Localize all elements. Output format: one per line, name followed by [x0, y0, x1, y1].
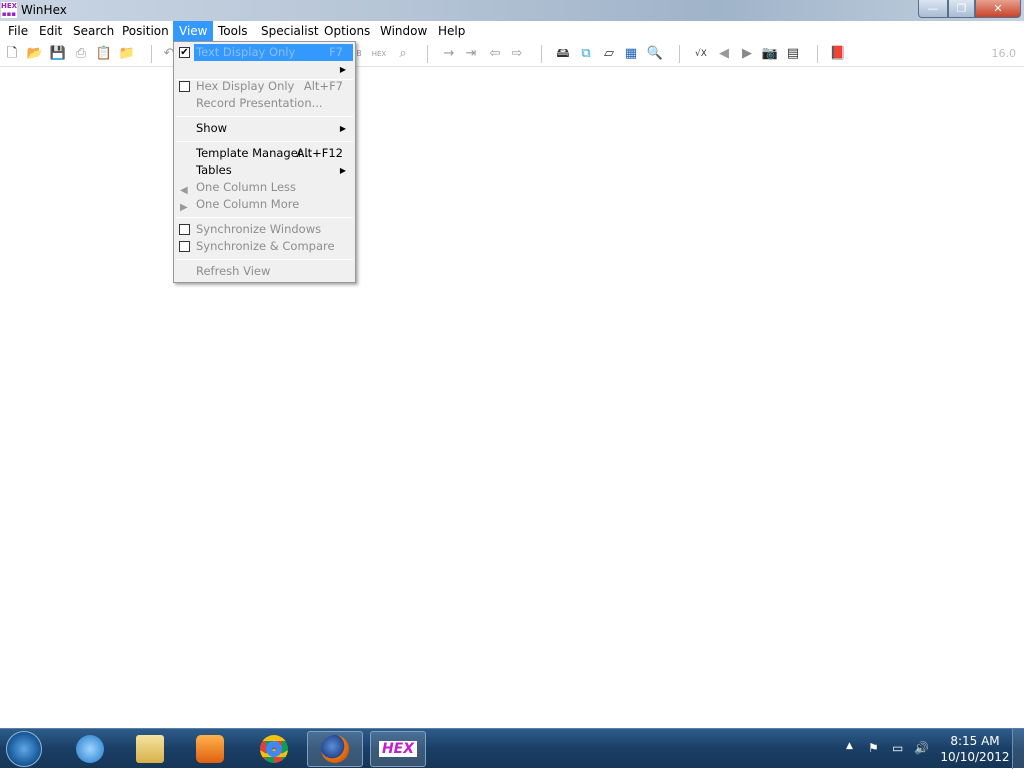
version-label: 16.0	[991, 47, 1017, 60]
submenu-arrow-icon: ▶	[339, 124, 346, 133]
menu-separator	[176, 116, 353, 117]
checkbox-checked-icon: ✔	[179, 47, 190, 58]
menu-item-template-manager[interactable]: Template Manager... Alt+F12	[174, 145, 355, 162]
menu-options[interactable]: Options	[318, 21, 376, 41]
menu-item-refresh-view[interactable]: Refresh View	[174, 263, 355, 280]
goto-page-icon[interactable]: ⇥	[462, 46, 480, 62]
menu-item-show[interactable]: Show ▶	[174, 120, 355, 137]
menu-edit[interactable]: Edit	[33, 21, 68, 41]
menu-tools[interactable]: Tools	[212, 21, 254, 41]
menu-position[interactable]: Position	[116, 21, 175, 41]
properties-icon[interactable]: 📋	[95, 46, 113, 62]
checkbox-icon	[179, 241, 190, 252]
save-icon[interactable]: 💾	[49, 46, 67, 62]
menu-item-record-presentation[interactable]: Record Presentation...	[174, 95, 355, 112]
menu-separator	[176, 217, 353, 218]
minimize-button[interactable]: —	[918, 0, 948, 18]
menu-separator	[176, 259, 353, 260]
view-menu-dropdown: ✔ Text Display Only F7 ▶ Hex Display Onl…	[173, 41, 356, 283]
menu-item-tables[interactable]: Tables ▶	[174, 162, 355, 179]
menu-help[interactable]: Help	[432, 21, 471, 41]
restore-button[interactable]: ❐	[948, 0, 975, 18]
menu-item-blank-submenu[interactable]: ▶	[174, 61, 355, 78]
back-arrow-icon[interactable]: ⇦	[486, 46, 504, 62]
calculator-icon[interactable]: ▦	[622, 46, 640, 62]
toolbar-separator	[679, 45, 680, 63]
open-folder-icon[interactable]: 📂	[26, 46, 44, 62]
taskbar-windows-explorer[interactable]	[122, 731, 178, 767]
menu-bar: File Edit Search Position View Tools Spe…	[0, 21, 1024, 41]
menu-window[interactable]: Window	[374, 21, 433, 41]
taskbar-winhex[interactable]: HEX	[370, 731, 426, 767]
toolbar-separator	[427, 45, 428, 63]
menu-item-text-display-only[interactable]: ✔ Text Display Only F7	[174, 44, 355, 61]
next-icon[interactable]: ▶	[738, 46, 756, 62]
taskbar-chrome[interactable]	[246, 731, 302, 767]
menu-item-synchronize-compare[interactable]: Synchronize & Compare	[174, 238, 355, 255]
close-button[interactable]: ✕	[975, 0, 1021, 18]
menu-view[interactable]: View	[173, 21, 214, 41]
toolbar: 🗋 📂 💾 ⎙ 📋 📁 ↶ B HEX ⌕ → ⇥ ⇦ ⇨ 🖴 ⧉ ▱ ▦ 🔍 …	[0, 41, 1024, 67]
volume-icon[interactable]: 🔊	[914, 741, 929, 755]
menu-item-one-column-more[interactable]: ▶ One Column More	[174, 196, 355, 213]
toolbar-separator	[541, 45, 542, 63]
menu-separator	[176, 141, 353, 142]
help-book-icon[interactable]: 📕	[829, 46, 847, 62]
taskbar-media-player[interactable]	[182, 731, 238, 767]
toolbar-separator	[151, 45, 152, 63]
taskbar-firefox[interactable]	[307, 731, 363, 767]
toolbar-separator	[817, 45, 818, 63]
triangle-right-icon: ▶	[180, 202, 188, 213]
clock-date: 10/10/2012	[940, 750, 1010, 764]
clone-disk-icon[interactable]: ⧉	[577, 46, 595, 62]
menu-file[interactable]: File	[2, 21, 34, 41]
open-ram-icon[interactable]: ▱	[600, 46, 618, 62]
open-disk-icon[interactable]: 🖴	[554, 46, 572, 62]
start-button[interactable]	[6, 731, 42, 767]
action-center-flag-icon[interactable]: ⚑	[868, 741, 879, 755]
menu-item-one-column-less[interactable]: ◀ One Column Less	[174, 179, 355, 196]
magnifier-icon[interactable]: 🔍	[646, 46, 664, 62]
submenu-arrow-icon: ▶	[339, 166, 346, 175]
checksum-icon[interactable]: √X	[692, 46, 710, 62]
goto-offset-icon[interactable]: →	[440, 46, 458, 62]
show-desktop-button[interactable]	[1012, 729, 1024, 769]
network-icon[interactable]: ▭	[892, 741, 903, 755]
clock[interactable]: 8:15 AM 10/10/2012	[940, 733, 1010, 765]
firefox-icon	[321, 735, 349, 763]
window-title: WinHex	[21, 3, 67, 17]
menu-search[interactable]: Search	[67, 21, 120, 41]
forward-arrow-icon[interactable]: ⇨	[508, 46, 526, 62]
chrome-icon	[260, 735, 288, 763]
taskbar: HEX ▲ ⚑ ▭ 🔊 8:15 AM 10/10/2012	[0, 728, 1024, 769]
previous-icon[interactable]: ◀	[715, 46, 733, 62]
folder-icon	[136, 735, 164, 763]
clock-time: 8:15 AM	[950, 734, 1000, 748]
menu-item-synchronize-windows[interactable]: Synchronize Windows	[174, 221, 355, 238]
camera-icon[interactable]: 📷	[761, 46, 779, 62]
show-hidden-icons-icon[interactable]: ▲	[846, 741, 853, 751]
taskbar-internet-explorer[interactable]	[62, 731, 118, 767]
winhex-logo-icon[interactable]: HEX ▪▪▪	[1, 2, 17, 18]
submenu-arrow-icon: ▶	[339, 65, 346, 74]
title-bar: HEX ▪▪▪ WinHex — ❐ ✕	[0, 0, 1024, 21]
checkbox-icon	[179, 224, 190, 235]
menu-item-hex-display-only[interactable]: Hex Display Only Alt+F7	[174, 78, 355, 95]
winhex-taskbar-icon: HEX	[378, 741, 418, 757]
directory-browser-icon[interactable]: ▤	[784, 46, 802, 62]
internet-explorer-icon	[76, 735, 104, 763]
open-disk-folder-icon[interactable]: 📁	[118, 46, 136, 62]
replace-hex-icon[interactable]: HEX	[370, 46, 388, 62]
new-file-icon[interactable]: 🗋	[3, 46, 21, 62]
media-player-icon	[196, 735, 224, 763]
print-icon[interactable]: ⎙	[72, 46, 90, 62]
menu-specialist[interactable]: Specialist	[255, 21, 325, 41]
binoculars-icon[interactable]: ⌕	[394, 46, 412, 62]
checkbox-icon	[179, 81, 190, 92]
